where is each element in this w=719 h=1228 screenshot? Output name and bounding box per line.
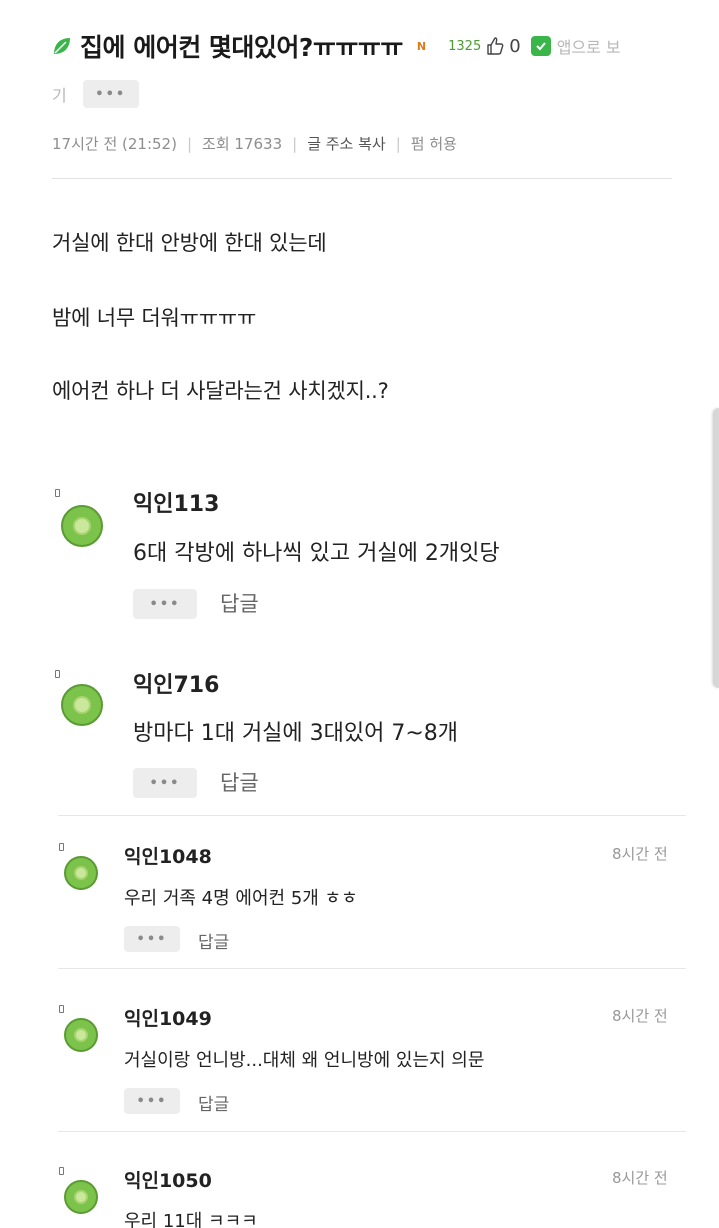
post-body-line: 밤에 너무 더워ㅠㅠㅠㅠ [52, 306, 257, 330]
reply-button[interactable]: 답글 [220, 767, 259, 797]
comment-divider [58, 1131, 686, 1132]
comment-marker-icon [55, 670, 60, 678]
comment-marker-icon [55, 489, 60, 497]
app-button-label: 앱으로 보 [556, 38, 621, 57]
comment-marker-icon [59, 843, 64, 851]
post-views: 조회 17633 [202, 135, 283, 153]
comment-text: 방마다 1대 거실에 3대있어 7~8개 [133, 721, 459, 746]
post-body-line: 거실에 한대 안방에 한대 있는데 [52, 231, 327, 255]
avatar-icon [61, 684, 103, 726]
leaf-icon [54, 38, 70, 54]
comment-time: 8시간 전 [612, 845, 668, 863]
reply-button[interactable]: 답글 [198, 1090, 229, 1115]
comment-nickname: 익인113 [133, 492, 220, 517]
post-meta: 17시간 전 (21:52) | 조회 17633 | 글 주소 복사 | 펌 … [52, 133, 457, 154]
comment-more-button[interactable]: ••• [124, 926, 180, 952]
title-row: 집에 에어컨 몇대있어?ㅠㅠㅠㅠ N 1325 0 앱으로 보 [52, 26, 692, 66]
meta-separator: | [292, 134, 298, 153]
avatar-icon [61, 505, 103, 547]
header-divider [52, 178, 672, 179]
post-body-line: 에어컨 하나 더 사달라는건 사치겠지..? [52, 379, 389, 403]
post-header: 집에 에어컨 몇대있어?ㅠㅠㅠㅠ N 1325 0 앱으로 보 기 ••• [52, 26, 692, 112]
share-permission: 펌 허용 [410, 135, 457, 153]
meta-separator: | [186, 134, 193, 153]
comment-divider [58, 968, 686, 969]
comment-nickname: 익인716 [133, 673, 220, 698]
comment-more-button[interactable]: ••• [124, 1088, 180, 1114]
avatar-icon [64, 856, 98, 890]
comment-nickname: 익인1049 [124, 1008, 212, 1030]
comment-marker-icon [59, 1005, 64, 1013]
comment-text: 우리 거족 4명 에어컨 5개 ㅎㅎ [124, 888, 358, 909]
new-badge: N [416, 39, 427, 53]
meta-separator: | [395, 134, 401, 153]
app-check-icon [530, 36, 551, 56]
copy-address-link[interactable]: 글 주소 복사 [307, 133, 386, 154]
reply-button[interactable]: 답글 [198, 928, 229, 953]
comment-nickname: 익인1048 [124, 846, 212, 868]
title-second-row: 기 ••• [52, 76, 692, 112]
comment-text: 6대 각방에 하나씩 있고 거실에 2개잇당 [133, 541, 500, 566]
comment-divider [58, 815, 686, 816]
reply-button[interactable]: 답글 [220, 588, 259, 618]
comment-text: 우리 11대 ㅋㅋㅋ [124, 1211, 258, 1228]
app-button-label-cont[interactable]: 기 [52, 82, 67, 106]
dislike-count: 0 [509, 35, 521, 57]
comment-time: 8시간 전 [612, 1169, 668, 1187]
like-count: 1325 [448, 38, 482, 54]
comment-more-button[interactable]: ••• [133, 589, 197, 619]
thumbs-up-icon[interactable] [485, 36, 505, 56]
comment-text: 거실이랑 언니방...대체 왜 언니방에 있는지 의문 [124, 1050, 485, 1071]
comment-nickname: 익인1050 [124, 1170, 212, 1192]
post-more-button[interactable]: ••• [82, 80, 139, 108]
post-title: 집에 에어컨 몇대있어?ㅠㅠㅠㅠ [80, 33, 403, 62]
avatar-icon [64, 1018, 98, 1052]
open-in-app-button[interactable]: 앱으로 보 [530, 34, 621, 58]
comment-more-button[interactable]: ••• [133, 768, 197, 798]
comment-marker-icon [59, 1167, 64, 1175]
post-time: 17시간 전 (21:52) [52, 135, 177, 153]
avatar-icon [64, 1180, 98, 1214]
comment-time: 8시간 전 [612, 1007, 668, 1025]
scrollbar[interactable] [713, 408, 719, 688]
